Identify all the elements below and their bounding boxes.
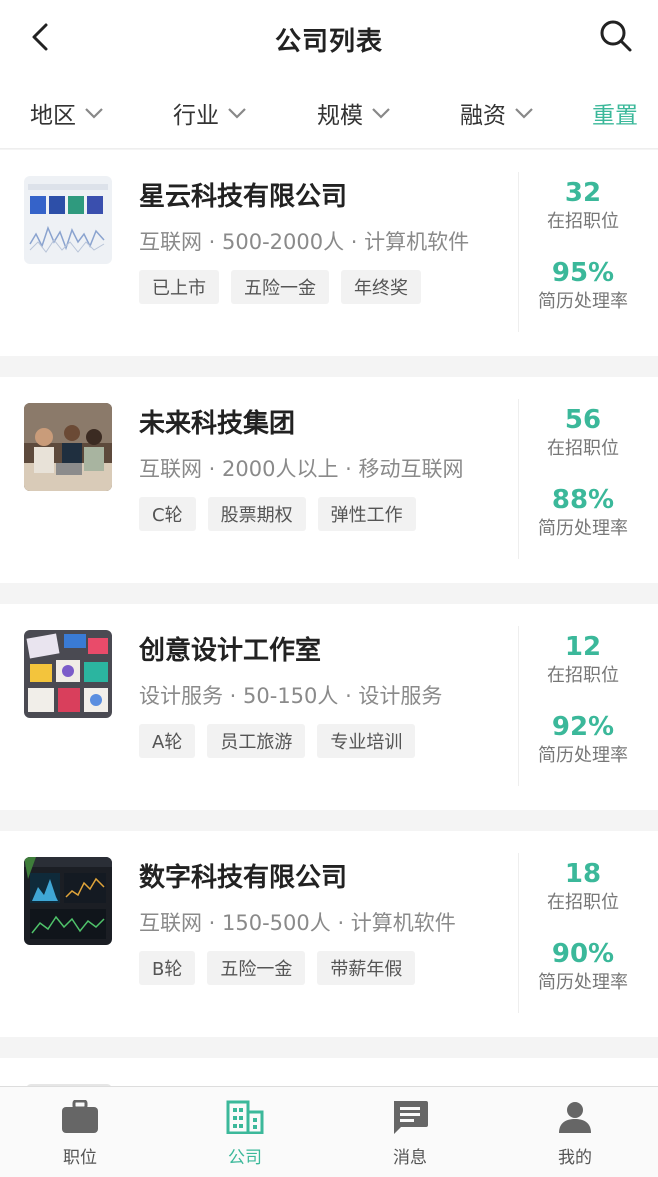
tag: 已上市: [139, 270, 219, 304]
company-stats: 32 在招职位 95% 简历处理率: [520, 176, 646, 336]
tag: 股票期权: [207, 497, 306, 531]
filter-region[interactable]: 地区: [30, 96, 104, 130]
tag: 员工旅游: [207, 724, 306, 758]
tab-label: 消息: [393, 1148, 427, 1168]
open-jobs-label: 在招职位: [547, 211, 619, 232]
tab-messages[interactable]: 消息: [350, 1097, 470, 1168]
company-card[interactable]: 数字科技有限公司 互联网 · 150-500人 · 计算机软件 B轮 五险一金 …: [0, 831, 658, 1037]
divider: [518, 626, 519, 786]
tab-label: 我的: [558, 1148, 592, 1168]
tag-list: A轮 员工旅游 专业培训: [139, 724, 427, 758]
company-name: 创意设计工作室: [139, 636, 322, 666]
chevron-down-icon: [228, 108, 246, 119]
divider: [518, 172, 519, 332]
page-title: 公司列表: [274, 26, 383, 57]
tab-label: 职位: [63, 1148, 97, 1168]
company-card[interactable]: 创意设计工作室 设计服务 · 50-150人 · 设计服务 A轮 员工旅游 专业…: [0, 604, 658, 810]
company-meta: 互联网 · 2000人以上 · 移动互联网: [139, 457, 464, 481]
company-stats: 12 在招职位 92% 简历处理率: [520, 630, 646, 790]
reset-button[interactable]: 重置: [592, 96, 638, 130]
resume-rate-label: 简历处理率: [538, 518, 628, 539]
filter-funding[interactable]: 融资: [460, 96, 534, 130]
company-stats: 18 在招职位 90% 简历处理率: [520, 857, 646, 1017]
company-logo: [24, 630, 112, 718]
filter-label: 融资: [460, 103, 506, 129]
filter-size[interactable]: 规模: [317, 96, 391, 130]
resume-rate-label: 简历处理率: [538, 745, 628, 766]
divider: [518, 399, 519, 559]
company-name: 未来科技集团: [139, 409, 296, 439]
company-meta: 设计服务 · 50-150人 · 设计服务: [139, 684, 443, 708]
message-icon: [394, 1101, 428, 1134]
tag: 带薪年假: [317, 951, 416, 985]
company-stats: 56 在招职位 88% 简历处理率: [520, 403, 646, 563]
chevron-left-icon: [32, 23, 48, 51]
company-card[interactable]: 未来科技集团 互联网 · 2000人以上 · 移动互联网 C轮 股票期权 弹性工…: [0, 377, 658, 583]
chevron-down-icon: [515, 108, 533, 119]
company-logo: [24, 176, 112, 264]
tag: C轮: [139, 497, 196, 531]
resume-rate: 88%: [551, 485, 615, 515]
company-logo: [24, 857, 112, 945]
resume-rate: 90%: [551, 939, 615, 969]
resume-rate: 92%: [551, 712, 615, 742]
tab-company[interactable]: 公司: [185, 1097, 305, 1168]
open-jobs-count: 12: [564, 632, 602, 662]
divider: [518, 853, 519, 1013]
tab-jobs[interactable]: 职位: [20, 1097, 140, 1168]
resume-rate: 95%: [551, 258, 615, 288]
company-logo: [24, 403, 112, 491]
briefcase-icon: [62, 1100, 98, 1133]
company-meta: 互联网 · 150-500人 · 计算机软件: [139, 911, 456, 935]
company-name: 星云科技有限公司: [139, 182, 348, 212]
tag: A轮: [139, 724, 196, 758]
company-meta: 互联网 · 500-2000人 · 计算机软件: [139, 230, 470, 254]
filter-label: 行业: [173, 103, 219, 129]
tag: 专业培训: [317, 724, 416, 758]
company-card[interactable]: 星云科技有限公司 互联网 · 500-2000人 · 计算机软件 已上市 五险一…: [0, 150, 658, 356]
filter-industry[interactable]: 行业: [173, 96, 247, 130]
tag-list: C轮 股票期权 弹性工作: [139, 497, 428, 531]
tag: 年终奖: [341, 270, 421, 304]
open-jobs-count: 56: [564, 405, 602, 435]
building-icon: [226, 1100, 264, 1134]
open-jobs-count: 18: [564, 859, 602, 889]
tag: 弹性工作: [317, 497, 416, 531]
chevron-down-icon: [372, 108, 390, 119]
open-jobs-label: 在招职位: [547, 665, 619, 686]
open-jobs-count: 32: [564, 178, 602, 208]
back-button[interactable]: [24, 20, 58, 54]
company-name: 数字科技有限公司: [139, 863, 348, 893]
resume-rate-label: 简历处理率: [538, 972, 628, 993]
tag-list: B轮 五险一金 带薪年假: [139, 951, 427, 985]
open-jobs-label: 在招职位: [547, 438, 619, 459]
tag-list: 已上市 五险一金 年终奖: [139, 270, 433, 304]
resume-rate-label: 简历处理率: [538, 291, 628, 312]
chevron-down-icon: [85, 108, 103, 119]
bottom-tab-bar: 职位 公司 消息 我的: [0, 1086, 658, 1177]
tab-label: 公司: [228, 1148, 262, 1168]
search-button[interactable]: [598, 18, 634, 54]
top-nav-bar: 公司列表: [0, 0, 658, 78]
tag: B轮: [139, 951, 196, 985]
filter-bar: 地区 行业 规模 融资 重置: [0, 78, 658, 149]
filter-label: 规模: [317, 103, 363, 129]
open-jobs-label: 在招职位: [547, 892, 619, 913]
tag: 五险一金: [231, 270, 329, 304]
tag: 五险一金: [207, 951, 306, 985]
search-icon: [600, 20, 632, 52]
person-icon: [559, 1102, 591, 1133]
tab-me[interactable]: 我的: [515, 1097, 635, 1168]
filter-label: 地区: [30, 103, 76, 129]
